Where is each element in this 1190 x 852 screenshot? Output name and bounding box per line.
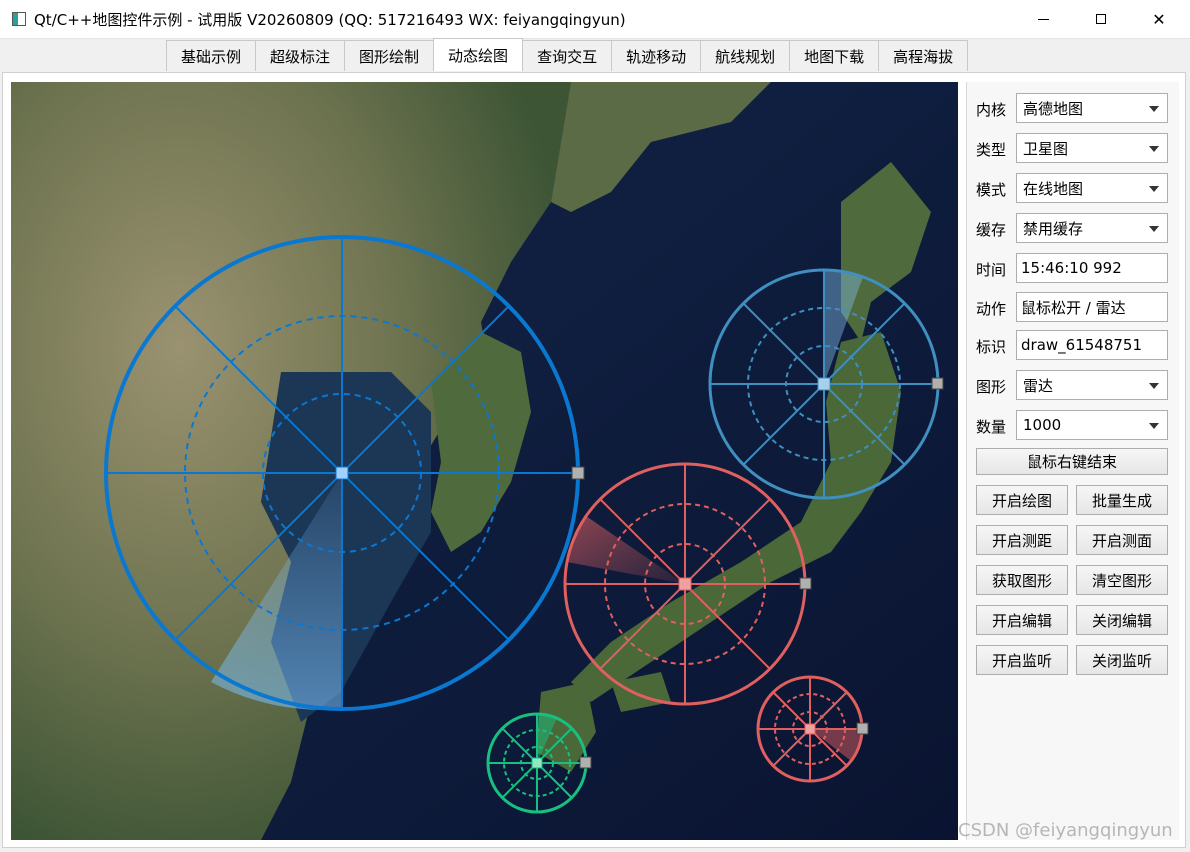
type-select[interactable]: 卫星图: [1016, 133, 1168, 163]
count-label: 数量: [976, 418, 1007, 436]
tab-shape-draw[interactable]: 图形绘制: [344, 40, 435, 71]
window-title: Qt/C++地图控件示例 - 试用版 V20260809 (QQ: 517216…: [34, 11, 626, 29]
start-listen-button[interactable]: 开启监听: [976, 645, 1068, 675]
chevron-down-icon: [1149, 106, 1159, 112]
radar-blue-radius-handle[interactable]: [571, 466, 585, 480]
radar-green-radius-handle[interactable]: [579, 756, 592, 769]
tab-route[interactable]: 航线规划: [700, 40, 791, 71]
radar-red-large-center-handle[interactable]: [678, 577, 692, 591]
chevron-down-icon: [1149, 423, 1159, 429]
title-bar: Qt/C++地图控件示例 - 试用版 V20260809 (QQ: 517216…: [0, 0, 1190, 39]
kernel-select[interactable]: 高德地图: [1016, 93, 1168, 123]
start-measure-distance-button[interactable]: 开启测距: [976, 525, 1068, 555]
radar-red-large-radius-handle[interactable]: [799, 577, 812, 590]
tab-basic[interactable]: 基础示例: [166, 40, 257, 71]
cache-value: 禁用缓存: [1023, 219, 1084, 238]
time-label: 时间: [976, 261, 1007, 279]
maximize-button[interactable]: [1072, 0, 1130, 38]
kernel-label: 内核: [976, 101, 1007, 119]
tab-track[interactable]: 轨迹移动: [611, 40, 702, 71]
satellite-map[interactable]: [11, 82, 958, 840]
tab-super-marker[interactable]: 超级标注: [255, 40, 346, 71]
mode-label: 模式: [976, 181, 1007, 199]
start-measure-area-button[interactable]: 开启测面: [1076, 525, 1168, 555]
type-label: 类型: [976, 141, 1007, 159]
chevron-down-icon: [1149, 226, 1159, 232]
clear-shapes-button[interactable]: 清空图形: [1076, 565, 1168, 595]
map-view[interactable]: [11, 82, 958, 840]
radar-steel-radius-handle[interactable]: [931, 377, 944, 390]
radar-red-small-center-handle[interactable]: [804, 723, 816, 735]
action-label: 动作: [976, 300, 1007, 318]
count-value: 1000: [1023, 416, 1062, 434]
time-field[interactable]: 15:46:10 992: [1016, 253, 1168, 283]
radar-red-small-radius-handle[interactable]: [856, 722, 869, 735]
shape-select[interactable]: 雷达: [1016, 370, 1168, 400]
radar-blue-center-handle[interactable]: [335, 466, 349, 480]
close-icon: ✕: [1152, 9, 1166, 29]
shape-value: 雷达: [1023, 376, 1054, 395]
minimize-icon: [1037, 18, 1049, 20]
shape-label: 图形: [976, 378, 1007, 396]
mode-select[interactable]: 在线地图: [1016, 173, 1168, 203]
tab-elevation[interactable]: 高程海拔: [878, 40, 969, 71]
get-shapes-button[interactable]: 获取图形: [976, 565, 1068, 595]
right-click-end-button[interactable]: 鼠标右键结束: [976, 448, 1168, 475]
tab-download[interactable]: 地图下载: [789, 40, 880, 71]
tab-bar: 基础示例 超级标注 图形绘制 动态绘图 查询交互 轨迹移动 航线规划 地图下载 …: [166, 38, 969, 72]
mode-value: 在线地图: [1023, 179, 1084, 198]
start-draw-button[interactable]: 开启绘图: [976, 485, 1068, 515]
close-button[interactable]: ✕: [1130, 0, 1188, 38]
radar-steel-center-handle[interactable]: [817, 377, 831, 391]
action-field[interactable]: 鼠标松开 / 雷达: [1016, 292, 1168, 322]
chevron-down-icon: [1149, 383, 1159, 389]
batch-generate-button[interactable]: 批量生成: [1076, 485, 1168, 515]
radar-green-center-handle[interactable]: [531, 757, 543, 769]
cache-select[interactable]: 禁用缓存: [1016, 213, 1168, 243]
stop-edit-button[interactable]: 关闭编辑: [1076, 605, 1168, 635]
tab-dynamic-draw[interactable]: 动态绘图: [433, 38, 524, 71]
chevron-down-icon: [1149, 186, 1159, 192]
stop-listen-button[interactable]: 关闭监听: [1076, 645, 1168, 675]
watermark: CSDN @feiyangqingyun: [958, 820, 1173, 841]
chevron-down-icon: [1149, 146, 1159, 152]
app-icon: [12, 12, 26, 26]
type-value: 卫星图: [1023, 139, 1069, 158]
minimize-button[interactable]: [1014, 0, 1072, 38]
start-edit-button[interactable]: 开启编辑: [976, 605, 1068, 635]
count-select[interactable]: 1000: [1016, 410, 1168, 440]
tab-query[interactable]: 查询交互: [522, 40, 613, 71]
kernel-value: 高德地图: [1023, 99, 1084, 118]
ident-label: 标识: [976, 338, 1007, 356]
cache-label: 缓存: [976, 221, 1007, 239]
maximize-icon: [1096, 14, 1106, 24]
ident-field[interactable]: draw_61548751: [1016, 330, 1168, 360]
